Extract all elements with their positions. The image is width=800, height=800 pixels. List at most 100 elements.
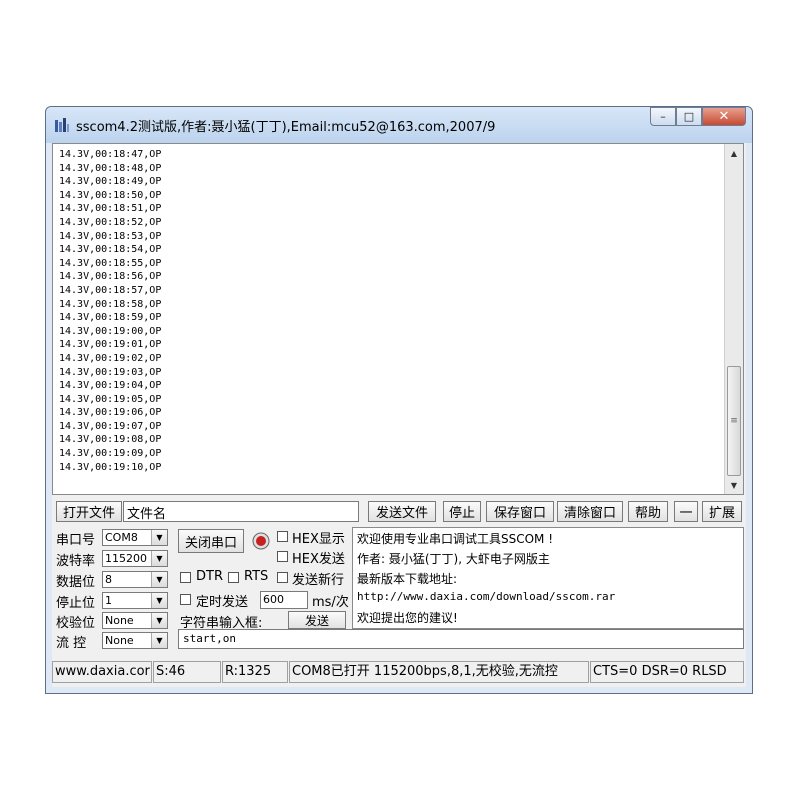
output-line: 14.3V,00:18:55,OP [59, 257, 162, 269]
send-file-button[interactable]: 发送文件 [368, 501, 436, 522]
output-line: 14.3V,00:19:10,OP [59, 461, 162, 473]
window-title: sscom4.2测试版,作者:聂小猛(丁丁),Email:mcu52@163.c… [76, 120, 496, 135]
stopbits-label: 停止位 [56, 596, 96, 611]
output-line: 14.3V,00:18:48,OP [59, 162, 162, 174]
client-area: 14.3V,00:18:47,OP 14.3V,00:18:48,OP 14.3V,… [52, 143, 746, 687]
status-port-state: COM8已打开 115200bps,8,1,无校验,无流控 [289, 661, 589, 683]
status-site: www.daxia.cor [52, 661, 152, 683]
output-line: 14.3V,00:19:02,OP [59, 352, 162, 364]
chevron-down-icon[interactable]: ▼ [151, 593, 167, 608]
databits-label: 数据位 [56, 575, 96, 590]
hex-send-label: HEX发送 [292, 552, 345, 567]
message-box: 欢迎使用专业串口调试工具SSCOM ! 作者: 聂小猛(丁丁), 大虾电子网版主… [352, 527, 744, 629]
output-line: 14.3V,00:18:53,OP [59, 230, 162, 242]
output-line: 14.3V,00:18:56,OP [59, 271, 162, 283]
chevron-down-icon[interactable]: ▼ [151, 633, 167, 648]
dtr-checkbox[interactable] [180, 572, 191, 583]
clear-window-button[interactable]: 清除窗口 [557, 501, 623, 522]
scroll-thumb[interactable]: ≡ [727, 366, 741, 476]
message-line: 欢迎使用专业串口调试工具SSCOM ! [357, 532, 554, 546]
send-newline-label: 发送新行 [292, 573, 345, 588]
output-line: 14.3V,00:19:05,OP [59, 393, 162, 405]
flow-label: 流 控 [56, 636, 87, 651]
chevron-down-icon[interactable]: ▼ [151, 530, 167, 545]
string-input[interactable]: start,on [178, 629, 744, 649]
output-line: 14.3V,00:18:49,OP [59, 176, 162, 188]
scroll-up-icon[interactable]: ▲ [725, 145, 743, 161]
message-line: 欢迎提出您的建议! [357, 611, 458, 625]
help-button[interactable]: 帮助 [628, 501, 668, 522]
hex-display-label: HEX显示 [292, 532, 345, 547]
output-line: 14.3V,00:19:04,OP [59, 380, 162, 392]
baud-select[interactable]: 115200 ▼ [102, 550, 168, 567]
output-lines: 14.3V,00:18:47,OP 14.3V,00:18:48,OP 14.3V,… [59, 148, 161, 474]
status-bar: www.daxia.cor S:46 R:1325 COM8已打开 115200… [52, 659, 744, 683]
message-line: 作者: 聂小猛(丁丁), 大虾电子网版主 [357, 552, 550, 566]
databits-value: 8 [105, 573, 112, 586]
timed-send-checkbox[interactable] [180, 594, 191, 605]
expand-button[interactable]: 扩展 [702, 501, 742, 522]
filename-field[interactable]: 文件名 [123, 501, 359, 522]
rts-checkbox[interactable] [228, 572, 239, 583]
open-file-button[interactable]: 打开文件 [56, 501, 122, 522]
parity-label: 校验位 [56, 616, 96, 631]
flow-select[interactable]: None ▼ [102, 632, 168, 649]
thumb-grip-icon: ≡ [730, 416, 738, 426]
baud-label: 波特率 [56, 554, 96, 569]
port-status-indicator-icon [252, 532, 270, 550]
message-line: 最新版本下载地址: [357, 572, 458, 586]
output-line: 14.3V,00:19:00,OP [59, 325, 162, 337]
download-link[interactable]: http://www.daxia.com/download/sscom.rar [357, 590, 615, 603]
hex-display-checkbox[interactable] [277, 531, 288, 542]
parity-select[interactable]: None ▼ [102, 612, 168, 629]
hex-send-checkbox[interactable] [277, 551, 288, 562]
chevron-down-icon[interactable]: ▼ [151, 551, 167, 566]
file-toolbar: 打开文件 文件名 发送文件 停止 保存窗口 清除窗口 帮助 一 扩展 [52, 501, 744, 523]
app-icon [55, 118, 69, 132]
dtr-label: DTR [196, 569, 223, 584]
output-line: 14.3V,00:18:54,OP [59, 244, 162, 256]
chevron-down-icon[interactable]: ▼ [151, 572, 167, 587]
parity-value: None [105, 614, 134, 627]
databits-select[interactable]: 8 ▼ [102, 571, 168, 588]
maximize-button[interactable]: □ [676, 107, 702, 126]
timed-send-label: 定时发送 [196, 595, 249, 610]
collapse-button[interactable]: 一 [674, 501, 698, 522]
send-newline-checkbox[interactable] [277, 572, 288, 583]
output-line: 14.3V,00:19:07,OP [59, 420, 162, 432]
output-line: 14.3V,00:18:58,OP [59, 298, 162, 310]
rts-label: RTS [244, 569, 269, 584]
receive-output[interactable]: 14.3V,00:18:47,OP 14.3V,00:18:48,OP 14.3V,… [52, 143, 744, 495]
output-line: 14.3V,00:18:59,OP [59, 312, 162, 324]
vertical-scrollbar[interactable]: ▲ ≡ ▼ [724, 144, 743, 494]
port-label: 串口号 [56, 533, 96, 548]
interval-input[interactable]: 600 [260, 591, 308, 609]
port-select[interactable]: COM8 ▼ [102, 529, 168, 546]
scroll-down-icon[interactable]: ▼ [725, 477, 743, 493]
app-window: sscom4.2测试版,作者:聂小猛(丁丁),Email:mcu52@163.c… [45, 106, 753, 694]
flow-value: None [105, 634, 134, 647]
stopbits-select[interactable]: 1 ▼ [102, 592, 168, 609]
caption-buttons: – □ ✕ [650, 107, 746, 127]
stopbits-value: 1 [105, 594, 112, 607]
output-line: 14.3V,00:18:57,OP [59, 284, 162, 296]
save-window-button[interactable]: 保存窗口 [486, 501, 554, 522]
status-signals: CTS=0 DSR=0 RLSD [590, 661, 744, 683]
output-line: 14.3V,00:19:01,OP [59, 339, 162, 351]
send-button[interactable]: 发送 [288, 611, 346, 629]
output-line: 14.3V,00:19:03,OP [59, 366, 162, 378]
status-sent-count: S:46 [153, 661, 221, 683]
close-port-button[interactable]: 关闭串口 [178, 529, 244, 553]
title-bar[interactable]: sscom4.2测试版,作者:聂小猛(丁丁),Email:mcu52@163.c… [46, 107, 752, 143]
chevron-down-icon[interactable]: ▼ [151, 613, 167, 628]
output-line: 14.3V,00:18:50,OP [59, 189, 162, 201]
output-line: 14.3V,00:18:51,OP [59, 203, 162, 215]
interval-unit: ms/次 [312, 595, 349, 610]
output-line: 14.3V,00:18:47,OP [59, 149, 162, 160]
port-value: COM8 [105, 531, 138, 544]
output-line: 14.3V,00:19:09,OP [59, 448, 162, 460]
close-button[interactable]: ✕ [702, 107, 746, 126]
status-received-count: R:1325 [222, 661, 288, 683]
minimize-button[interactable]: – [650, 107, 676, 126]
stop-button[interactable]: 停止 [443, 501, 481, 522]
